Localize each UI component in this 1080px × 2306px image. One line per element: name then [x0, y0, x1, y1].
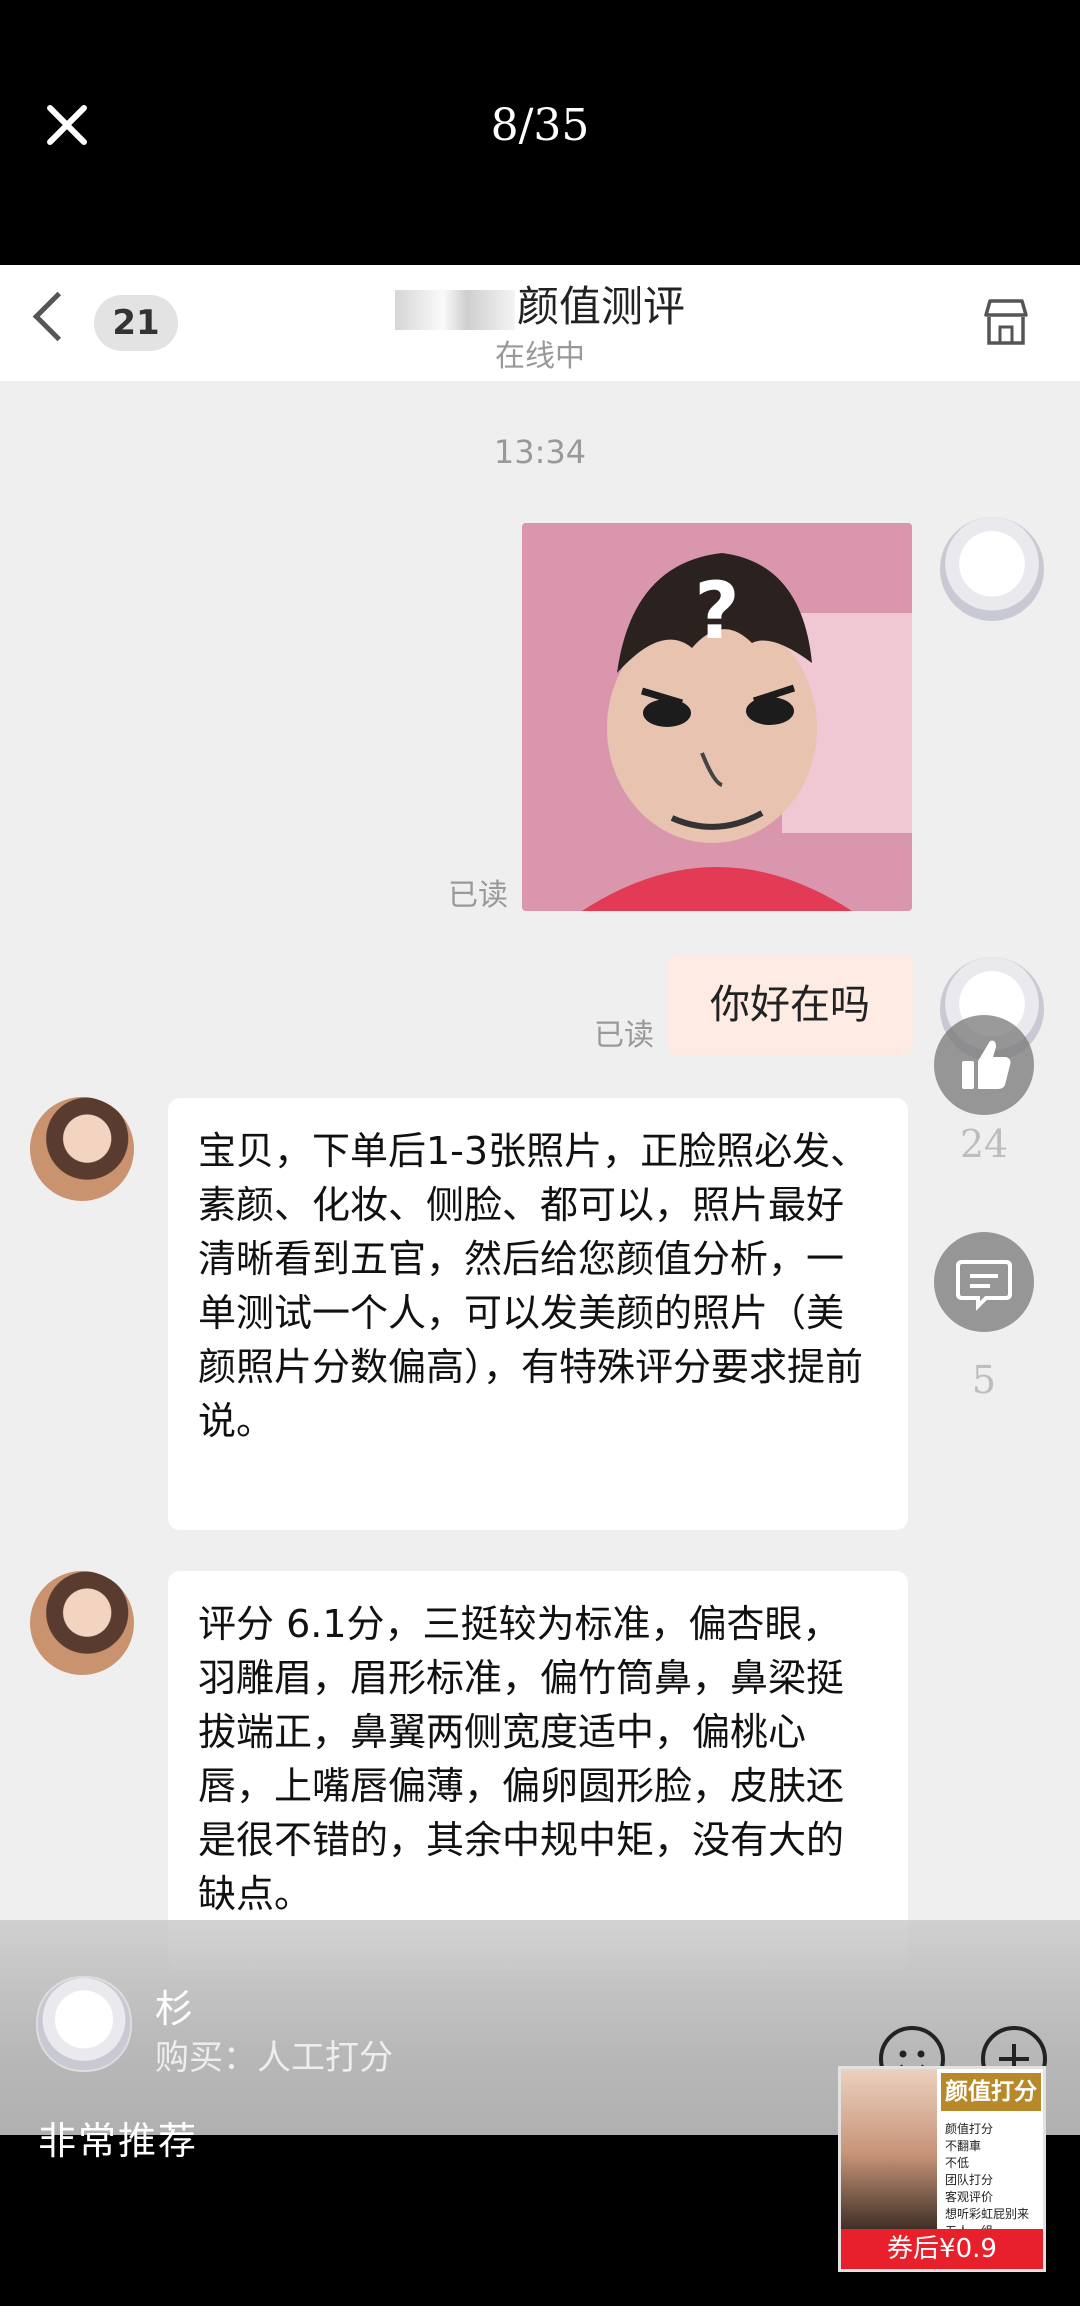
purchase-info: 购买：人工打分 [155, 2038, 393, 2078]
seller-message[interactable]: 宝贝，下单后1-3张照片，正脸照必发、素颜、化妆、侧脸、都可以，照片最好清晰看到… [168, 1098, 908, 1530]
thumbs-up-icon [962, 1040, 1011, 1089]
online-status: 在线中 [495, 339, 585, 374]
blurred-name [394, 289, 515, 330]
product-title: 颜值打分 [941, 2073, 1041, 2111]
like-count: 24 [959, 1122, 1009, 1166]
chat-title-text: 颜值测评 [516, 282, 685, 331]
chat-screenshot: 21 颜值测评 在线中 13:34 ? 已读 已读 你好在吗 宝贝，下单后1-3… [0, 265, 1080, 2135]
my-avatar[interactable] [940, 517, 1044, 621]
read-receipt: 已读 [448, 878, 508, 913]
chat-title: 颜值测评 [0, 273, 1080, 334]
comment-icon [956, 1260, 1012, 1311]
product-features: 颜值打分 不翻車 不低 团队打分 客观评价 想听彩虹屁别来 五人一组 [945, 2122, 1030, 2238]
product-image [841, 2069, 937, 2239]
reviewer-avatar[interactable] [36, 1976, 132, 2072]
review-text: 非常推荐 [38, 2119, 199, 2163]
reviewer-name: 杉 [155, 1987, 194, 2031]
seller-avatar[interactable] [30, 1571, 134, 1675]
seller-avatar[interactable] [30, 1097, 134, 1201]
svg-text:?: ? [694, 567, 739, 657]
sent-photo[interactable]: ? [522, 523, 912, 911]
message-time: 13:34 [493, 433, 587, 471]
read-receipt: 已读 [594, 1018, 654, 1053]
like-button[interactable] [934, 1015, 1034, 1115]
image-counter: 8/35 [490, 100, 590, 151]
product-card[interactable]: 颜值打分 颜值打分 不翻車 不低 团队打分 客观评价 想听彩虹屁别来 五人一组 … [838, 2066, 1046, 2272]
comment-count: 5 [971, 1358, 997, 1402]
product-price: 券后¥0.9 [841, 2229, 1043, 2269]
face-doodle-image: ? [522, 523, 912, 911]
chat-header: 21 颜值测评 在线中 [0, 265, 1080, 381]
comment-button[interactable] [934, 1232, 1034, 1332]
seller-message[interactable]: 评分 6.1分，三挺较为标准，偏杏眼，羽雕眉，眉形标准，偏竹筒鼻，鼻梁挺拔端正，… [168, 1571, 908, 1971]
sent-message[interactable]: 你好在吗 [667, 955, 913, 1055]
shop-icon[interactable] [980, 297, 1032, 347]
viewer-top-bar: 8/35 [0, 0, 1080, 265]
